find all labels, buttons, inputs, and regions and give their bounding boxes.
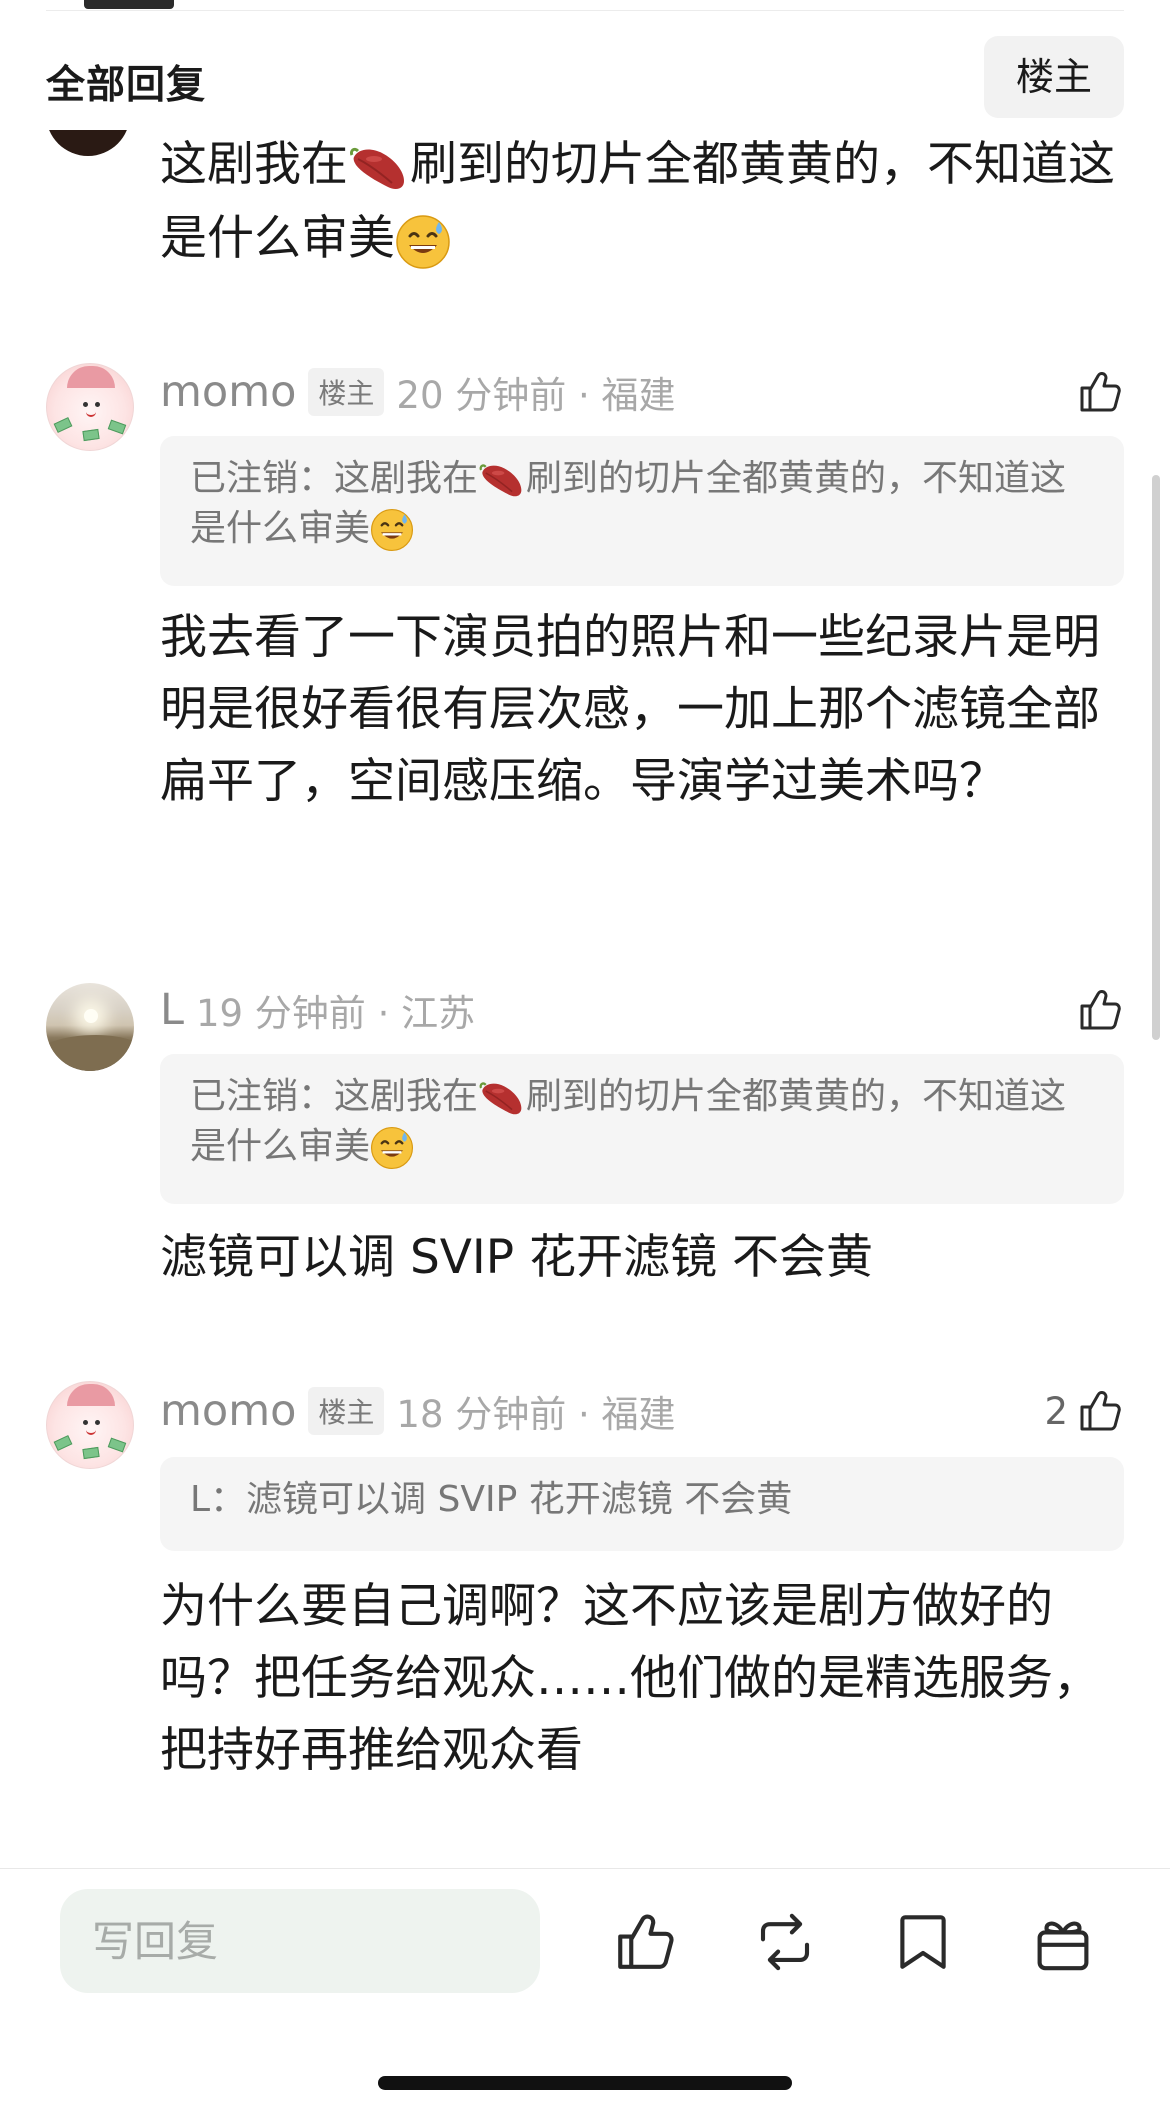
like-count: 2 bbox=[1044, 1389, 1068, 1433]
comment-body: 为什么要自己调啊？这不应该是剧方做好的吗？把任务给观众……他们做的是精选服务，把… bbox=[160, 1579, 1100, 1778]
time-location: 19 分钟前 · 江苏 bbox=[195, 992, 476, 1035]
top-tab-indicator bbox=[84, 0, 174, 9]
scrollbar[interactable] bbox=[1152, 475, 1160, 1040]
reply-input[interactable] bbox=[60, 1889, 540, 1993]
sweat-smile-emoji-icon bbox=[370, 1126, 414, 1170]
like-icon[interactable] bbox=[612, 1909, 678, 1975]
replies-header: 全部回复 楼主 bbox=[0, 36, 1170, 120]
bookmark-icon[interactable] bbox=[890, 1909, 956, 1975]
time-location: 20 分钟前 · 福建 bbox=[396, 374, 676, 417]
comment-meta: momo 楼主 20 分钟前 · 福建 bbox=[160, 362, 676, 422]
thumbs-up-icon bbox=[1076, 986, 1124, 1034]
quoted-reply[interactable]: L：滤镜可以调 SVIP 花开滤镜 不会黄 bbox=[160, 1457, 1124, 1551]
like-button[interactable] bbox=[1076, 980, 1124, 1040]
repost-icon[interactable] bbox=[752, 1909, 818, 1975]
thumbs-up-icon bbox=[1076, 1387, 1124, 1435]
username[interactable]: momo bbox=[160, 367, 296, 417]
comment-meta: momo 楼主 18 分钟前 · 福建 bbox=[160, 1381, 676, 1441]
avatar[interactable] bbox=[46, 363, 134, 451]
sweet-potato-emoji-icon bbox=[478, 1078, 526, 1118]
page-title: 全部回复 bbox=[46, 63, 207, 108]
sweet-potato-emoji-icon bbox=[348, 143, 410, 193]
quote-text: 已注销：这剧我在 bbox=[190, 458, 479, 499]
reply-text-part: 这剧我在 bbox=[160, 137, 348, 192]
op-badge: 楼主 bbox=[308, 368, 385, 416]
comment-meta: L 19 分钟前 · 江苏 bbox=[160, 980, 475, 1040]
time-location: 18 分钟前 · 福建 bbox=[396, 1393, 676, 1436]
sweat-smile-emoji-icon bbox=[395, 214, 451, 270]
sweet-potato-emoji-icon bbox=[478, 460, 526, 500]
username[interactable]: momo bbox=[160, 1386, 296, 1436]
like-button[interactable]: 2 bbox=[1044, 1381, 1124, 1441]
op-only-filter-button[interactable]: 楼主 bbox=[984, 36, 1124, 118]
username[interactable]: L bbox=[160, 985, 184, 1035]
thumbs-up-icon bbox=[1076, 368, 1124, 416]
quoted-reply[interactable]: 已注销：这剧我在 刷到的切片全都黄黄的，不知道这是什么审美 bbox=[160, 436, 1124, 586]
comment-body: 我去看了一下演员拍的照片和一些纪录片是明明是很好看很有层次感，一加上那个滤镜全部… bbox=[160, 610, 1100, 809]
quoted-reply[interactable]: 已注销：这剧我在 刷到的切片全都黄黄的，不知道这是什么审美 bbox=[160, 1054, 1124, 1204]
op-badge: 楼主 bbox=[308, 1387, 385, 1435]
reply-text: 这剧我在 刷到的切片全都黄黄的，不知道这是什么审美 bbox=[160, 128, 1120, 276]
gift-icon[interactable] bbox=[1030, 1909, 1096, 1975]
quote-text: 已注销：这剧我在 bbox=[190, 1076, 479, 1117]
sweat-smile-emoji-icon bbox=[370, 508, 414, 552]
home-indicator bbox=[378, 2076, 792, 2090]
avatar[interactable] bbox=[46, 1381, 134, 1469]
like-button[interactable] bbox=[1076, 362, 1124, 422]
top-divider bbox=[46, 10, 1124, 11]
comment-body: 滤镜可以调 SVIP 花开滤镜 不会黄 bbox=[160, 1230, 874, 1285]
avatar[interactable] bbox=[46, 983, 134, 1071]
